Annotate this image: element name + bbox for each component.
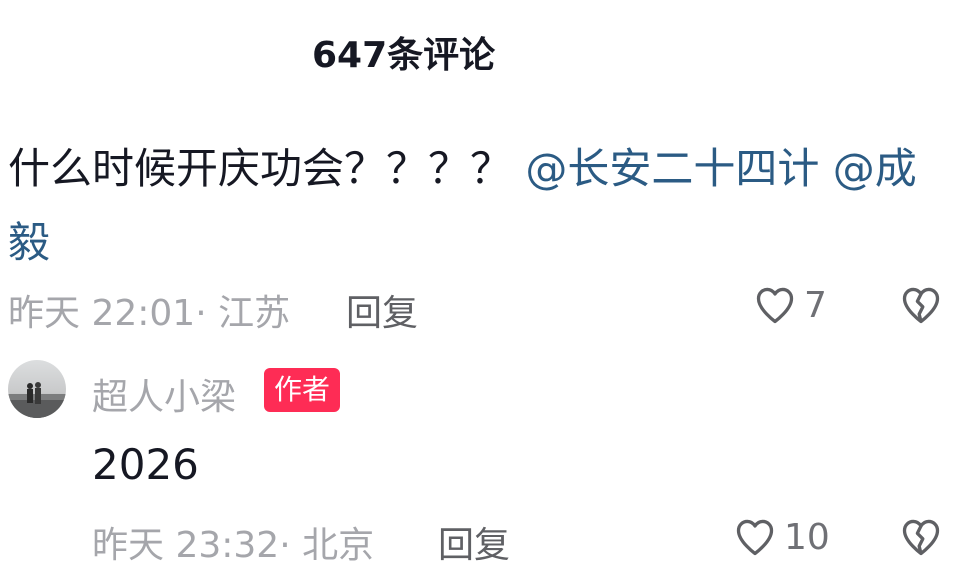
comment-text: 什么时候开庆功会？？？？ @长安二十四计 @成毅 — [8, 132, 958, 280]
avatar-image — [8, 360, 66, 418]
dislike-button[interactable] — [898, 283, 944, 331]
like-count: 10 — [784, 516, 830, 558]
reply-username[interactable]: 超人小梁 — [92, 368, 236, 420]
reply-meta: 昨天 23:32· 北京 — [92, 525, 375, 566]
reply-button[interactable]: 回复 — [346, 284, 418, 336]
reply-dislike-button[interactable] — [898, 515, 944, 563]
comments-header-title: 647条评论 — [312, 35, 496, 76]
broken-heart-icon — [902, 519, 940, 556]
like-button[interactable]: 7 — [752, 283, 827, 327]
like-count: 7 — [804, 284, 827, 326]
mention-link[interactable]: @长安二十四计 — [525, 144, 819, 193]
heart-icon — [756, 287, 794, 324]
reply-text: 2026 — [92, 440, 199, 489]
avatar[interactable] — [8, 360, 66, 418]
comment-body: 什么时候开庆功会？？？？ — [8, 144, 526, 193]
reply-like-button[interactable]: 10 — [732, 515, 830, 559]
broken-heart-icon — [902, 287, 940, 324]
comment-meta: 昨天 22:01· 江苏 — [8, 293, 291, 334]
reply-reply-button[interactable]: 回复 — [438, 516, 510, 568]
heart-icon — [736, 519, 774, 556]
author-badge: 作者 — [264, 368, 341, 412]
